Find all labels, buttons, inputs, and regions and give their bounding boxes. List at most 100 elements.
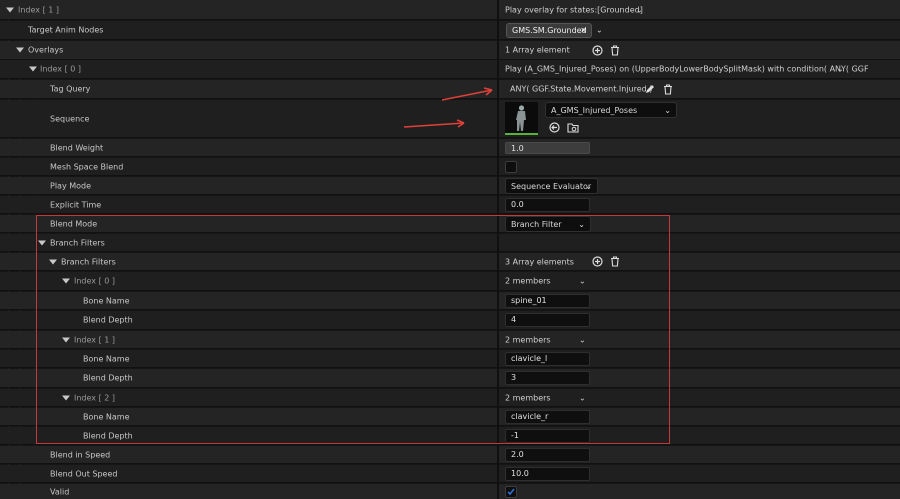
branch-filters-group-row: Branch Filters <box>0 234 900 252</box>
collapse-arrow-icon[interactable] <box>6 7 14 12</box>
bone-name-row: Bone Name spine_01 <box>0 292 900 310</box>
play-mode-dropdown[interactable]: Sequence Evaluator ⌄ <box>505 178 598 194</box>
tag-query-value: ANY( GGF.State.Movement.Injured ) <box>510 84 653 94</box>
bone-name-label: Bone Name <box>83 296 130 305</box>
expand-arrow-icon[interactable] <box>62 278 70 284</box>
blend-mode-row: Blend Mode Branch Filter ⌄ <box>0 215 900 233</box>
blend-depth-input[interactable]: 3 <box>505 371 590 385</box>
remove-chip-icon[interactable]: ✕ <box>580 24 587 38</box>
target-anim-nodes-label: Target Anim Nodes <box>28 25 104 35</box>
use-selected-asset-icon[interactable] <box>549 122 560 133</box>
bone-name-input[interactable]: clavicle_r <box>505 410 590 424</box>
sequence-row: Sequence A_GMS_Injured_Poses ⌄ <box>0 100 900 138</box>
blend-weight-row: Blend Weight 1.0 <box>0 139 900 157</box>
blend-mode-label: Blend Mode <box>50 219 98 228</box>
overlay-summary: Play overlay for states:[Grounded] <box>505 5 643 14</box>
bone-name-label: Bone Name <box>83 354 130 363</box>
filter-index-row: Index [ 2 ] 2 members ⌄ <box>0 389 900 407</box>
explicit-time-value: 0.0 <box>511 200 524 209</box>
filter-index-row: Index [ 1 ] 2 members ⌄ <box>0 331 900 349</box>
blend-in-speed-row: Blend in Speed 2.0 <box>0 446 900 464</box>
browse-folder-icon[interactable] <box>567 122 579 133</box>
chevron-down-icon[interactable]: ⌄ <box>579 393 586 402</box>
chevron-down-icon[interactable]: ⌄ <box>579 277 586 286</box>
add-element-icon[interactable] <box>592 256 603 267</box>
overlays-label: Overlays <box>28 45 64 55</box>
filter-members: 2 members <box>505 393 551 402</box>
expand-arrow-icon[interactable] <box>49 259 57 264</box>
filter-index-row: Index [ 0 ] 2 members ⌄ <box>0 272 900 291</box>
bone-name-row: Bone Name clavicle_r <box>0 408 900 426</box>
add-element-icon[interactable] <box>592 45 603 56</box>
branch-filters-array-row: Branch Filters 3 Array elements <box>0 253 900 271</box>
overlays-row: Overlays 1 Array element <box>0 41 900 60</box>
blend-depth-value: 3 <box>511 373 517 382</box>
blend-depth-row: Blend Depth 3 <box>0 369 900 388</box>
blend-in-speed-value: 2.0 <box>511 450 524 459</box>
expand-arrow-icon[interactable] <box>38 240 46 245</box>
chevron-down-icon[interactable]: ⌄ <box>636 5 643 14</box>
chevron-down-icon[interactable]: ⌄ <box>837 65 844 74</box>
bone-name-input[interactable]: spine_01 <box>505 294 590 308</box>
bone-name-value: clavicle_l <box>511 354 548 363</box>
valid-checkbox[interactable] <box>505 486 517 498</box>
edit-pencil-icon[interactable] <box>644 84 655 95</box>
filter-index-label: Index [ 1 ] <box>74 335 115 344</box>
expand-arrow-icon[interactable] <box>62 395 70 400</box>
bone-name-value: spine_01 <box>511 296 547 305</box>
branch-filters-label: Branch Filters <box>61 257 116 266</box>
overlay-entry-header: Index [ 1 ] Play overlay for states:[Gro… <box>0 0 900 20</box>
column-divider[interactable] <box>497 0 499 499</box>
bone-name-row: Bone Name clavicle_l <box>0 350 900 368</box>
expand-arrow-icon[interactable] <box>62 337 70 342</box>
blend-mode-dropdown[interactable]: Branch Filter ⌄ <box>505 216 591 232</box>
blend-out-speed-input[interactable]: 10.0 <box>505 467 590 481</box>
blend-depth-label: Blend Depth <box>83 373 133 383</box>
tag-query-label: Tag Query <box>50 84 91 94</box>
expand-arrow-icon[interactable] <box>29 66 37 72</box>
chevron-down-icon: ⌄ <box>664 106 671 115</box>
explicit-time-input[interactable]: 0.0 <box>505 198 590 212</box>
trash-icon[interactable] <box>610 256 620 267</box>
tag-query-row: Tag Query ANY( GGF.State.Movement.Injure… <box>0 80 900 99</box>
chevron-down-icon: ⌄ <box>585 182 592 191</box>
mesh-space-blend-row: Mesh Space Blend <box>0 158 900 176</box>
branch-filters-group-label: Branch Filters <box>50 238 105 247</box>
chevron-down-icon[interactable]: ⌄ <box>579 335 586 344</box>
valid-row: Valid <box>0 484 900 499</box>
blend-depth-input[interactable]: 4 <box>505 313 590 327</box>
blend-in-speed-label: Blend in Speed <box>50 450 111 459</box>
blend-depth-value: 4 <box>511 315 517 324</box>
expand-arrow-icon[interactable] <box>16 47 24 53</box>
index-label: Index [ 1 ] <box>18 5 59 14</box>
trash-icon[interactable] <box>610 45 620 56</box>
filter-index-label: Index [ 0 ] <box>74 276 115 286</box>
chevron-down-icon[interactable]: ⌄ <box>596 26 603 35</box>
blend-out-speed-value: 10.0 <box>511 469 529 478</box>
chevron-down-icon: ⌄ <box>578 220 585 229</box>
blend-depth-row: Blend Depth 4 <box>0 311 900 330</box>
bone-name-input[interactable]: clavicle_l <box>505 352 590 366</box>
sequence-asset-dropdown[interactable]: A_GMS_Injured_Poses ⌄ <box>545 102 677 118</box>
bone-name-value: clavicle_r <box>511 412 549 421</box>
bone-name-label: Bone Name <box>83 412 130 421</box>
overlay-index0-summary: Play (A_GMS_Injured_Poses) on (UpperBody… <box>505 64 869 74</box>
play-mode-label: Play Mode <box>50 181 92 190</box>
filter-index-label: Index [ 2 ] <box>74 393 115 402</box>
blend-depth-input[interactable]: -1 <box>505 429 590 443</box>
tag-chip[interactable]: GMS.SM.Grounded ✕ <box>506 23 592 38</box>
character-icon <box>516 105 526 131</box>
blend-in-speed-input[interactable]: 2.0 <box>505 448 590 462</box>
blend-depth-row: Blend Depth -1 <box>0 427 900 445</box>
blend-out-speed-label: Blend Out Speed <box>50 469 118 478</box>
blend-weight-slider[interactable]: 1.0 <box>505 142 590 154</box>
play-mode-row: Play Mode Sequence Evaluator ⌄ <box>0 177 900 195</box>
mesh-space-blend-label: Mesh Space Blend <box>50 162 124 171</box>
asset-thumbnail[interactable] <box>505 102 538 135</box>
trash-icon[interactable] <box>663 84 673 95</box>
mesh-space-blend-checkbox[interactable] <box>505 161 517 173</box>
blend-depth-label: Blend Depth <box>83 431 133 440</box>
blend-weight-label: Blend Weight <box>50 143 104 152</box>
explicit-time-label: Explicit Time <box>50 200 102 209</box>
overlay-index0-label: Index [ 0 ] <box>40 64 81 74</box>
